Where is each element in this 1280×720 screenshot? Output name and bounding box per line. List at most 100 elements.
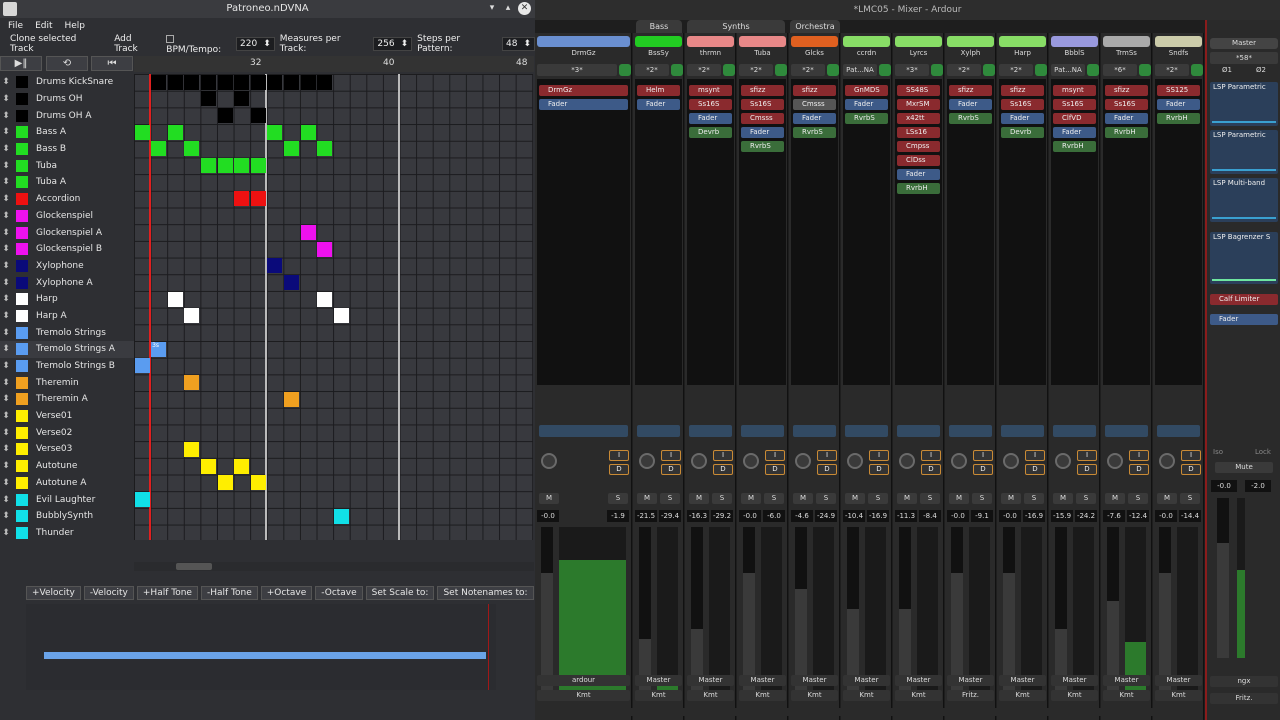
master-mute-button[interactable]: Mute <box>1215 462 1273 473</box>
track-row[interactable]: ⬍ Theremin <box>0 374 134 391</box>
gain-display[interactable]: -0.0 <box>947 510 969 522</box>
strip-input-button[interactable]: *3* <box>895 64 929 76</box>
strip-name-button[interactable] <box>947 36 994 47</box>
track-row[interactable]: ⬍ Autotune <box>0 458 134 475</box>
gain-display[interactable]: -0.0 <box>1155 510 1177 522</box>
plugin-slot[interactable]: RvrbS <box>845 113 888 124</box>
plugin-slot[interactable]: Fader <box>793 113 836 124</box>
input-monitor-icon[interactable] <box>671 64 683 76</box>
drag-handle-icon[interactable]: ⬍ <box>0 127 12 137</box>
track-name[interactable]: Glockenspiel B <box>36 244 102 254</box>
plugin-slot[interactable]: RvrbS <box>949 113 992 124</box>
panner[interactable] <box>949 425 992 437</box>
plugin-slot[interactable]: GnMDS <box>845 85 888 96</box>
track-row[interactable]: ⬍ Tuba <box>0 157 134 174</box>
octave-up-button[interactable]: +Octave <box>260 586 313 600</box>
gain-fader[interactable] <box>899 527 911 691</box>
track-row[interactable]: ⬍ Tremolo Strings <box>0 324 134 341</box>
output-button[interactable]: Master <box>739 675 786 686</box>
plugin-slot[interactable]: Fader <box>1157 99 1200 110</box>
track-name[interactable]: Autotune A <box>36 478 86 488</box>
gain-fader[interactable] <box>951 527 963 691</box>
track-name[interactable]: Xylophone <box>36 261 84 271</box>
comment-button[interactable]: Fritz. <box>947 690 994 701</box>
output-button[interactable]: Master <box>1103 675 1150 686</box>
plugin-slot[interactable]: SS48S <box>897 85 940 96</box>
track-name[interactable]: Tremolo Strings A <box>36 344 115 354</box>
plugin-slot[interactable]: RvrbH <box>1105 127 1148 138</box>
input-button[interactable]: I <box>921 450 941 461</box>
active-step[interactable] <box>184 141 200 157</box>
active-step[interactable] <box>317 141 333 157</box>
track-color-swatch[interactable] <box>16 176 28 189</box>
track-color-swatch[interactable] <box>16 126 28 139</box>
active-step[interactable] <box>134 492 150 507</box>
active-step[interactable] <box>250 191 266 207</box>
gain-fader[interactable] <box>541 527 553 691</box>
track-color-swatch[interactable] <box>16 209 28 222</box>
output-button[interactable]: Master <box>1155 675 1202 686</box>
trim-knob[interactable] <box>1003 453 1019 469</box>
plugin-slot[interactable]: Fader <box>1105 113 1148 124</box>
active-step[interactable] <box>217 475 233 491</box>
drag-handle-icon[interactable]: ⬍ <box>0 77 12 87</box>
track-name[interactable]: Harp <box>36 294 58 304</box>
comment-button[interactable]: Kmt <box>635 690 682 701</box>
track-color-swatch[interactable] <box>16 93 28 106</box>
active-step[interactable] <box>134 124 150 140</box>
plugin-slot[interactable]: ClDss <box>897 155 940 166</box>
track-name[interactable]: Bass A <box>36 127 66 137</box>
disk-button[interactable]: D <box>1181 464 1201 475</box>
plugin-slot[interactable]: Devrb <box>689 127 732 138</box>
disk-button[interactable]: D <box>609 464 629 475</box>
comment-button[interactable]: Kmt <box>687 690 734 701</box>
drag-handle-icon[interactable]: ⬍ <box>0 244 12 254</box>
output-button[interactable]: Master <box>843 675 890 686</box>
track-row[interactable]: ⬍ Tremolo Strings A <box>0 341 134 358</box>
mute-button[interactable]: M <box>1157 493 1177 504</box>
active-step[interactable] <box>250 74 266 90</box>
track-color-swatch[interactable] <box>16 343 28 356</box>
plugin-slot[interactable]: sfizz <box>741 85 784 96</box>
halftone-up-button[interactable]: +Half Tone <box>136 586 198 600</box>
rewind-button[interactable]: ⏮ <box>91 56 133 71</box>
gain-display[interactable]: -4.6 <box>791 510 813 522</box>
solo-button[interactable]: S <box>608 493 628 504</box>
track-color-swatch[interactable] <box>16 526 28 539</box>
velocity-editor[interactable] <box>26 604 496 690</box>
track-color-swatch[interactable] <box>16 243 28 256</box>
track-name[interactable]: Autotune <box>36 461 77 471</box>
processor-box[interactable]: GnMDS Fader RvrbS <box>843 79 890 385</box>
processor-box[interactable]: Helm Fader <box>635 79 682 385</box>
track-name[interactable]: BubblySynth <box>36 511 93 521</box>
strip-name-button[interactable] <box>843 36 890 47</box>
bpm-checkbox[interactable]: BPM/Tempo: <box>166 34 231 55</box>
strip-name-button[interactable] <box>1103 36 1150 47</box>
track-color-swatch[interactable] <box>16 410 28 423</box>
track-color-swatch[interactable] <box>16 460 28 473</box>
track-row[interactable]: ⬍ Glockenspiel B <box>0 241 134 258</box>
active-step[interactable] <box>283 141 299 157</box>
velocity-up-button[interactable]: +Velocity <box>26 586 81 600</box>
input-monitor-icon[interactable] <box>619 64 631 76</box>
track-row[interactable]: ⬍ Drums OH <box>0 91 134 108</box>
comment-button[interactable]: Kmt <box>895 690 942 701</box>
drag-handle-icon[interactable]: ⬍ <box>0 228 12 238</box>
plugin-slot[interactable]: Fader <box>689 113 732 124</box>
panner[interactable] <box>539 425 628 437</box>
plugin-slot[interactable]: Fader <box>1053 127 1096 138</box>
active-step[interactable] <box>267 124 283 140</box>
trim-knob[interactable] <box>847 453 863 469</box>
disk-button[interactable]: D <box>1077 464 1097 475</box>
pattern-grid[interactable]: 3s <box>134 74 533 540</box>
drag-handle-icon[interactable]: ⬍ <box>0 344 12 354</box>
gain-fader[interactable] <box>639 527 651 691</box>
input-button[interactable]: I <box>817 450 837 461</box>
gain-display[interactable]: -0.0 <box>999 510 1021 522</box>
close-icon[interactable]: ✕ <box>518 2 531 15</box>
trim-knob[interactable] <box>1159 453 1175 469</box>
comment-button[interactable]: Kmt <box>537 690 630 701</box>
active-step[interactable] <box>200 458 216 474</box>
processor-box[interactable]: DrmGz Fader <box>537 79 630 385</box>
trim-knob[interactable] <box>691 453 707 469</box>
